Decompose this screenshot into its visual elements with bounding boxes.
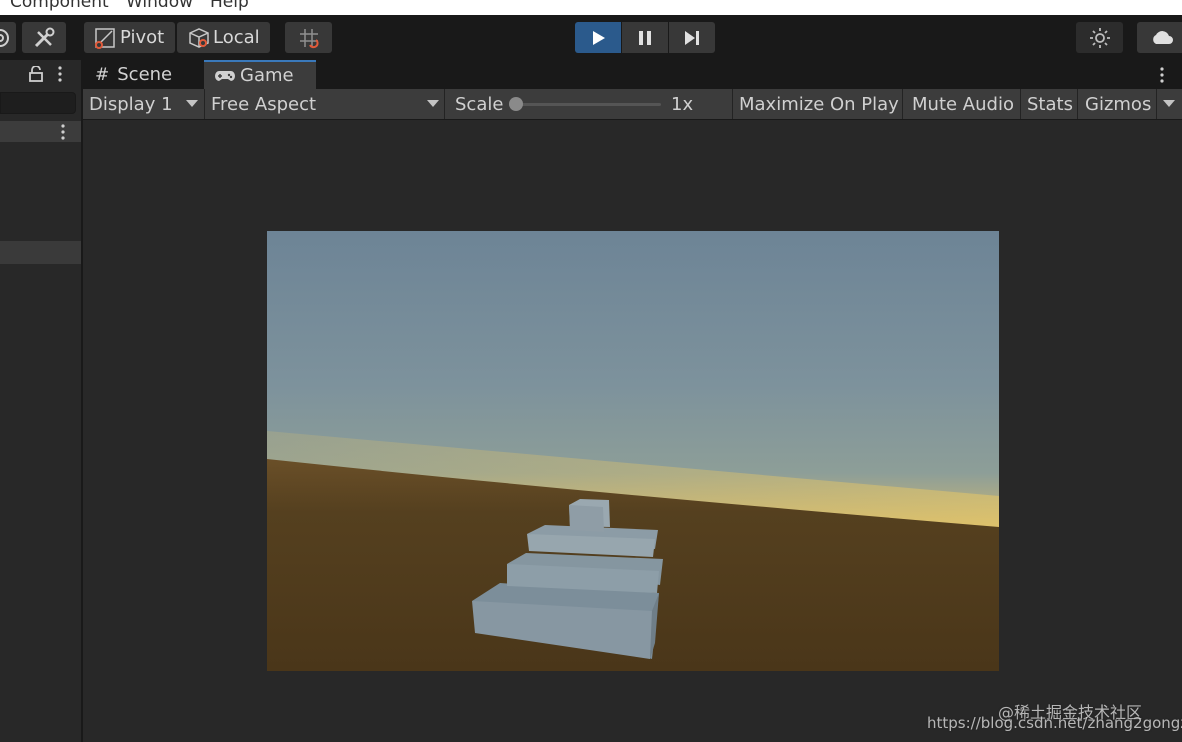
- grid-snap-icon: [299, 28, 319, 48]
- cloud-icon: [1153, 30, 1173, 44]
- hash-icon: #: [95, 64, 110, 85]
- play-button[interactable]: [575, 22, 621, 53]
- cloud-button[interactable]: [1137, 22, 1182, 53]
- tools-icon: [34, 27, 55, 47]
- chevron-down-icon: [427, 100, 439, 107]
- pivot-icon: [95, 27, 115, 49]
- mute-audio-label: Mute Audio: [912, 93, 1014, 115]
- display-dropdown[interactable]: Display 1: [83, 89, 205, 119]
- menu-bar: Component Window Help: [0, 0, 1182, 15]
- game-render-view[interactable]: [267, 231, 999, 671]
- mute-audio-toggle[interactable]: Mute Audio: [903, 89, 1021, 119]
- game-scene-render: [267, 231, 999, 671]
- tab-scene[interactable]: # Scene: [83, 60, 203, 89]
- sun-icon: [1089, 27, 1110, 48]
- main-toolbar: Pivot Local: [0, 15, 1182, 60]
- pause-button[interactable]: [622, 22, 668, 53]
- pivot-button[interactable]: Pivot: [84, 22, 175, 53]
- maximize-on-play-toggle[interactable]: Maximize On Play: [733, 89, 903, 119]
- aspect-dropdown[interactable]: Free Aspect: [205, 89, 445, 119]
- stats-label: Stats: [1027, 93, 1073, 115]
- globe-icon: [0, 28, 9, 47]
- hierarchy-selected-row[interactable]: [0, 241, 81, 264]
- scene-more-icon[interactable]: [60, 124, 66, 140]
- local-label: Local: [213, 27, 260, 48]
- hierarchy-search-input[interactable]: [0, 92, 76, 114]
- tools-button[interactable]: [22, 22, 66, 53]
- gamepad-icon: [215, 70, 235, 81]
- gizmos-dropdown[interactable]: [1156, 89, 1182, 119]
- tab-scene-label: Scene: [117, 64, 173, 85]
- chevron-down-icon: [1163, 100, 1175, 107]
- tab-game[interactable]: Game: [204, 60, 316, 89]
- account-button[interactable]: [0, 22, 16, 53]
- gizmos-toggle[interactable]: Gizmos: [1078, 89, 1156, 119]
- grid-snap-button[interactable]: [285, 22, 332, 53]
- display-label: Display 1: [89, 93, 173, 115]
- lock-icon[interactable]: [29, 66, 43, 82]
- local-button[interactable]: Local: [177, 22, 270, 53]
- game-view-toolbar: Display 1 Free Aspect Scale 1x Maximize …: [83, 89, 1182, 120]
- scale-slider-track[interactable]: [515, 103, 661, 106]
- hierarchy-panel: [0, 60, 83, 742]
- aspect-label: Free Aspect: [211, 93, 317, 115]
- hierarchy-header: [0, 60, 81, 88]
- pivot-label: Pivot: [120, 27, 165, 48]
- pause-icon: [639, 30, 651, 45]
- stats-toggle[interactable]: Stats: [1021, 89, 1078, 119]
- tab-game-label: Game: [240, 65, 294, 86]
- lighting-button[interactable]: [1076, 22, 1123, 53]
- step-icon: [685, 30, 699, 45]
- tab-menu-icon[interactable]: [1159, 67, 1165, 83]
- menu-item-component[interactable]: Component: [10, 0, 109, 12]
- scale-label: Scale: [455, 93, 504, 115]
- step-button[interactable]: [669, 22, 715, 53]
- view-tab-bar: # Scene Game: [83, 60, 1182, 89]
- menu-item-help[interactable]: Help: [210, 0, 249, 12]
- scale-control: Scale 1x: [445, 89, 733, 119]
- more-vertical-icon[interactable]: [57, 66, 63, 82]
- chevron-down-icon: [186, 100, 198, 107]
- scale-slider-handle[interactable]: [509, 97, 523, 111]
- menu-item-window[interactable]: Window: [126, 0, 193, 12]
- gizmos-label: Gizmos: [1085, 93, 1152, 115]
- watermark-text-line2: https://blog.csdn.net/zhang2gongzi: [927, 714, 1182, 732]
- play-icon: [593, 30, 605, 45]
- scale-value: 1x: [671, 93, 694, 115]
- cube-icon: [189, 27, 209, 48]
- maximize-on-play-label: Maximize On Play: [739, 93, 899, 115]
- scene-row[interactable]: [0, 121, 81, 142]
